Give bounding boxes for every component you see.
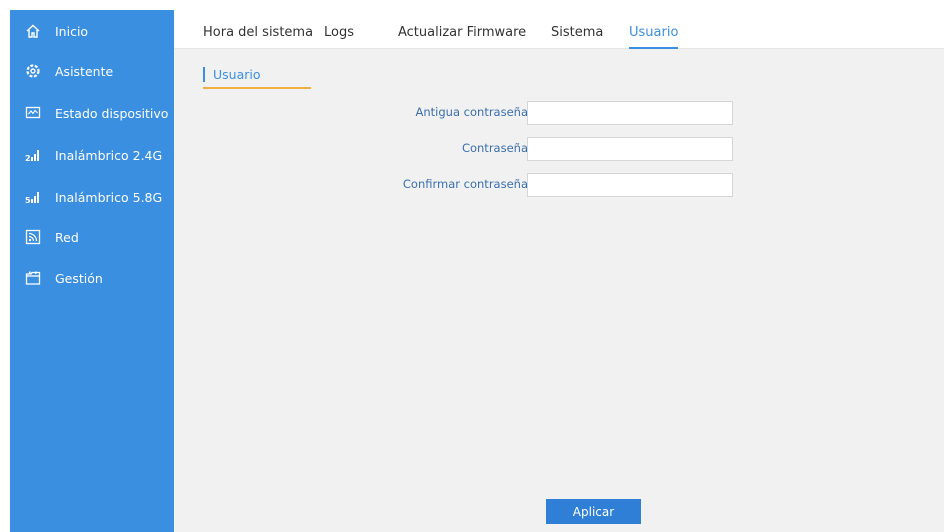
apply-button[interactable]: Aplicar bbox=[546, 499, 641, 524]
sidebar-item-gestion[interactable]: Gestión bbox=[10, 263, 174, 293]
sidebar-item-label: Red bbox=[55, 229, 79, 245]
sidebar-item-label: Gestión bbox=[55, 270, 103, 286]
sidebar-item-label: Estado dispositivo bbox=[55, 105, 169, 121]
sidebar-item-asistente[interactable]: Asistente bbox=[10, 56, 174, 86]
sidebar: Inicio Asistente Estado dispositivo 2 In… bbox=[10, 10, 174, 532]
sidebar-item-label: Inalámbrico 5.8G bbox=[55, 189, 163, 205]
tab-usuario[interactable]: Usuario bbox=[629, 25, 679, 49]
monitor-icon bbox=[24, 104, 42, 122]
old-password-row: Antigua contraseña bbox=[174, 101, 944, 125]
sidebar-item-inalambrico-24g[interactable]: 2 Inalámbrico 2.4G bbox=[10, 140, 174, 170]
main-content: Usuario Antigua contraseña Contraseña Co… bbox=[174, 49, 944, 532]
svg-text:5: 5 bbox=[25, 196, 31, 205]
sidebar-item-red[interactable]: Red bbox=[10, 222, 174, 252]
section-header-bar bbox=[203, 67, 205, 82]
section-header: Usuario bbox=[203, 65, 311, 85]
sidebar-item-inicio[interactable]: Inicio bbox=[10, 16, 174, 46]
confirm-password-row: Confirmar contraseña bbox=[174, 173, 944, 197]
top-tab-bar: Hora del sistema Logs Actualizar Firmwar… bbox=[174, 10, 944, 49]
folder-icon bbox=[24, 269, 42, 287]
tab-sistema[interactable]: Sistema bbox=[551, 25, 603, 40]
sidebar-item-estado-dispositivo[interactable]: Estado dispositivo bbox=[10, 98, 174, 128]
password-row: Contraseña bbox=[174, 137, 944, 161]
router-admin-app: Inicio Asistente Estado dispositivo 2 In… bbox=[0, 0, 944, 532]
gear-icon bbox=[24, 62, 42, 80]
svg-text:2: 2 bbox=[25, 154, 31, 163]
old-password-label: Antigua contraseña bbox=[415, 105, 528, 119]
signal-58g-icon: 5 bbox=[24, 188, 42, 206]
signal-24g-icon: 2 bbox=[24, 146, 42, 164]
old-password-input[interactable] bbox=[527, 101, 733, 125]
section-header-underline bbox=[203, 87, 311, 89]
password-label: Contraseña bbox=[461, 141, 528, 155]
sidebar-item-label: Asistente bbox=[55, 63, 114, 79]
tab-actualizar-firmware[interactable]: Actualizar Firmware bbox=[398, 25, 526, 40]
sidebar-item-label: Inalámbrico 2.4G bbox=[55, 147, 163, 163]
confirm-password-input[interactable] bbox=[527, 173, 733, 197]
home-icon bbox=[24, 22, 42, 40]
password-input[interactable] bbox=[527, 137, 733, 161]
tab-logs[interactable]: Logs bbox=[324, 25, 354, 40]
sidebar-item-label: Inicio bbox=[55, 23, 89, 39]
network-icon bbox=[24, 228, 42, 246]
confirm-password-label: Confirmar contraseña bbox=[402, 177, 528, 191]
section-title: Usuario bbox=[213, 67, 261, 82]
tab-hora-del-sistema[interactable]: Hora del sistema bbox=[203, 25, 313, 40]
sidebar-item-inalambrico-58g[interactable]: 5 Inalámbrico 5.8G bbox=[10, 182, 174, 212]
